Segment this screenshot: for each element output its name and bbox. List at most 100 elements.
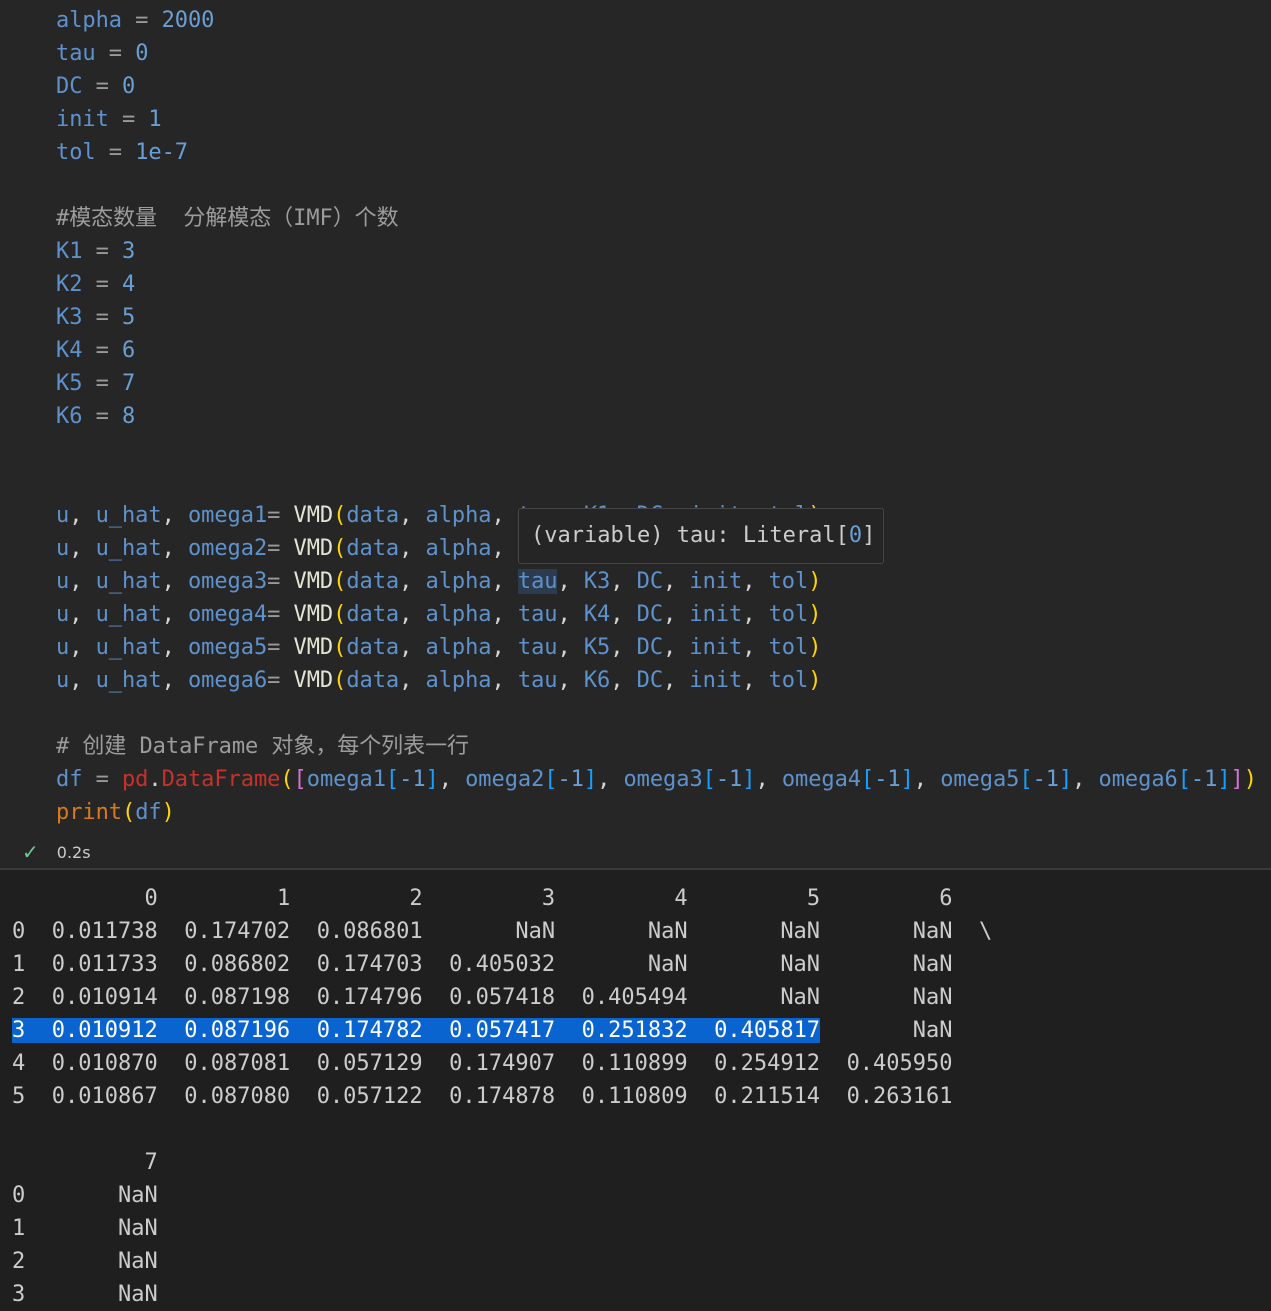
cell-value: 0.087196: [184, 1018, 291, 1043]
row-index: 0: [12, 1183, 26, 1208]
output-row: 2 NaN: [12, 1245, 992, 1278]
code-token: =: [267, 635, 294, 660]
cell-value: 0.057129: [316, 1051, 423, 1076]
cell-value: 0.010912: [51, 1018, 158, 1043]
output-row: 1 0.011733 0.086802 0.174703 0.405032 Na…: [12, 948, 992, 981]
code-token: =: [267, 569, 294, 594]
code-token: [: [861, 767, 875, 792]
cell-value: NaN: [515, 919, 556, 944]
code-token: tau: [517, 569, 558, 594]
code-token: ,: [69, 668, 96, 693]
code-token: K4: [56, 338, 83, 363]
code-token: u: [56, 503, 70, 528]
cell-value: 0.174702: [184, 919, 291, 944]
code-token: init: [689, 668, 743, 693]
code-token: =: [267, 668, 294, 693]
code-token: =: [267, 536, 294, 561]
cell-value: 0.011733: [51, 952, 158, 977]
row-index: 2: [12, 985, 26, 1010]
code-token: (: [333, 503, 347, 528]
execution-time: 0.2s: [56, 842, 91, 862]
code-token: init: [689, 602, 743, 627]
code-token: df: [56, 767, 83, 792]
code-token: K5: [583, 635, 611, 660]
code-token: (: [333, 569, 347, 594]
code-token: omega1: [187, 503, 268, 528]
cell-value: NaN: [117, 1183, 158, 1208]
code-line: K1 = 3: [56, 235, 1257, 268]
code-token: u: [56, 635, 70, 660]
cell-value: 0.211514: [714, 1084, 821, 1109]
code-token: =: [267, 602, 294, 627]
code-token: ,: [161, 635, 188, 660]
code-token: (: [333, 602, 347, 627]
code-token: ,: [557, 602, 584, 627]
code-token: u_hat: [95, 635, 162, 660]
code-token: -1: [1190, 767, 1218, 792]
code-token: =: [95, 41, 136, 66]
code-token: [: [293, 767, 307, 792]
code-token: 0: [135, 41, 149, 66]
cell-value: 0.263161: [846, 1084, 953, 1109]
row-text: 2 NaN: [12, 1249, 158, 1274]
hover-tooltip: (variable) tau: Literal[0]: [518, 508, 884, 564]
cell-value: 0.086801: [316, 919, 423, 944]
code-token: alpha: [56, 8, 122, 33]
row-index: 4: [12, 1051, 26, 1076]
code-token: K6: [583, 668, 611, 693]
code-token: VMD: [293, 503, 334, 528]
code-token: ]: [583, 767, 598, 792]
code-token: .: [148, 767, 162, 792]
code-token: ,: [399, 503, 426, 528]
row-index: 5: [12, 1084, 26, 1109]
code-editor[interactable]: alpha = 2000 tau = 0 DC = 0 init = 1 tol = 1…: [56, 4, 1257, 829]
row-index: 1: [12, 1216, 26, 1241]
row-text: 5 0.010867 0.087080 0.057122 0.174878 0.…: [12, 1084, 953, 1109]
code-token: ]: [900, 767, 914, 792]
code-token: K3: [583, 569, 611, 594]
code-token: ,: [491, 503, 518, 528]
code-token: 2000: [161, 8, 215, 33]
row-text: 3 NaN: [12, 1282, 158, 1307]
code-token: tau: [517, 668, 558, 693]
code-token: ,: [610, 569, 637, 594]
code-token: tol: [768, 668, 809, 693]
code-line: K4 = 6: [56, 334, 1257, 367]
code-token: [: [1177, 767, 1191, 792]
code-line: tol = 1e-7: [56, 136, 1257, 169]
code-token: ,: [610, 668, 637, 693]
code-token: ]: [1058, 767, 1073, 792]
output-row: 1 NaN: [12, 1212, 992, 1245]
code-token: data: [346, 503, 400, 528]
code-token: df: [135, 800, 162, 825]
cell-value: NaN: [912, 952, 953, 977]
code-token: ): [808, 569, 822, 594]
column-header: 1: [276, 886, 291, 911]
code-line: u, u_hat, omega4= VMD(data, alpha, tau, …: [56, 598, 1257, 631]
code-token: =: [108, 107, 149, 132]
cell-value: NaN: [117, 1216, 158, 1241]
code-token: ,: [491, 668, 518, 693]
cell-output[interactable]: 0 1 2 3 4 5 60 0.011738 0.174702 0.08680…: [12, 882, 992, 1311]
code-line: K2 = 4: [56, 268, 1257, 301]
notebook-code-cell[interactable]: alpha = 2000 tau = 0 DC = 0 init = 1 tol = 1…: [0, 0, 1271, 868]
code-token: K6: [56, 404, 83, 429]
cell-value: 0.405494: [581, 985, 688, 1010]
code-token: -1: [399, 767, 426, 792]
line-continuation: \: [979, 919, 993, 944]
code-token: ,: [663, 635, 690, 660]
row-text: 1 NaN: [12, 1216, 158, 1241]
cell-value: NaN: [912, 1018, 953, 1043]
code-token: VMD: [293, 668, 334, 693]
code-token: u: [56, 536, 70, 561]
code-token: u_hat: [95, 536, 162, 561]
code-line: DC = 0: [56, 70, 1257, 103]
cell-value: 0.011738: [51, 919, 158, 944]
row-index: 0: [12, 919, 26, 944]
cell-value: 0.174703: [316, 952, 423, 977]
code-token: ,: [161, 668, 188, 693]
column-header: 4: [674, 886, 688, 911]
code-token: ,: [399, 635, 426, 660]
code-token: omega3: [187, 569, 268, 594]
